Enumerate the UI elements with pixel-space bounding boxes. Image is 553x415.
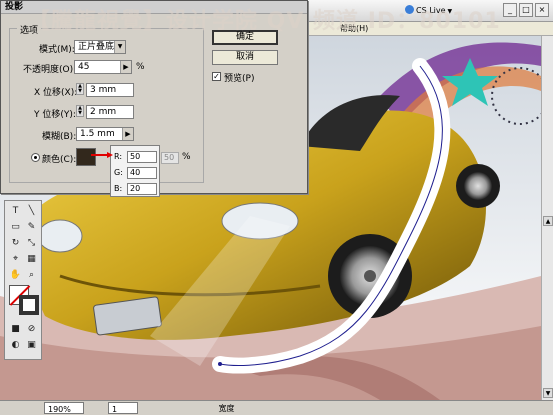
menu-bar: 帮助(H)	[300, 22, 553, 36]
r-field[interactable]: 50	[127, 151, 157, 163]
x-offset-stepper-icon[interactable]: ▲ ▼	[76, 83, 84, 95]
chevron-down-icon: ▼	[114, 41, 125, 53]
page-field[interactable]: 1	[108, 402, 138, 414]
ok-button[interactable]: 确定	[212, 30, 278, 45]
opacity-label: 不透明度(O):	[23, 65, 77, 75]
rectangle-tool-icon[interactable]: ▭	[9, 221, 22, 234]
type-tool-icon[interactable]: T	[9, 205, 22, 218]
chevron-right-icon[interactable]: ▶	[120, 61, 131, 73]
darkness-field[interactable]: 50	[161, 152, 179, 164]
dialog-title: 投影	[1, 1, 307, 14]
cancel-button[interactable]: 取消	[212, 50, 278, 65]
application-bar: CS Live ▼ _ □ ×	[300, 0, 553, 22]
none-mode-icon[interactable]: ⊘	[25, 323, 38, 336]
mode-select[interactable]: 正片叠底 ▼	[74, 40, 126, 54]
stroke-swatch-icon[interactable]	[19, 295, 39, 315]
hand-tool-icon[interactable]: ✋	[9, 269, 22, 282]
draw-mode-icon[interactable]: ◐	[9, 339, 22, 352]
red-arrow-icon	[91, 152, 113, 158]
maximize-button[interactable]: □	[519, 3, 533, 17]
x-offset-label: X 位移(X):	[34, 88, 78, 98]
opacity-field[interactable]: 45 ▶	[74, 60, 132, 74]
rgb-values-panel: R: 50 G: 40 B: 20	[110, 145, 160, 197]
close-button[interactable]: ×	[535, 3, 549, 17]
rotate-tool-icon[interactable]: ↻	[9, 237, 22, 250]
darkness-unit: %	[182, 152, 191, 162]
preview-label: 预览(P)	[224, 74, 255, 84]
chevron-down-icon: ▼	[447, 8, 453, 15]
options-group-label: 选项	[17, 23, 42, 36]
vertical-scrollbar[interactable]: ▲ ▼	[541, 36, 553, 400]
opacity-unit: %	[136, 62, 145, 72]
line-tool-icon[interactable]: ╲	[25, 205, 38, 218]
tools-panel: T ╲ ▭ ✎ ↻ ⤡ ⌖ ▦ ✋ ⌕ ■ ⊘ ◐ ▣	[4, 200, 42, 360]
mode-select-value: 正片叠底	[78, 42, 115, 52]
x-offset-field[interactable]: 3 mm	[86, 83, 134, 97]
color-radio[interactable]	[31, 153, 40, 162]
drop-shadow-dialog: 投影 选项 模式(M): 正片叠底 ▼ 不透明度(O): 45 ▶ % X 位移…	[0, 0, 308, 197]
gradient-tool-icon[interactable]: ▦	[25, 253, 38, 266]
zoom-tool-icon[interactable]: ⌕	[25, 269, 38, 282]
preview-checkbox[interactable]: ✓	[212, 72, 221, 81]
scale-tool-icon[interactable]: ⤡	[25, 237, 38, 250]
menu-help[interactable]: 帮助(H)	[340, 24, 368, 33]
g-field[interactable]: 40	[127, 167, 157, 179]
color-mode-icon[interactable]: ■	[9, 323, 22, 336]
mode-label: 模式(M):	[39, 45, 75, 55]
blur-label: 模糊(B):	[42, 132, 77, 142]
cs-live-label: CS Live	[416, 6, 446, 15]
b-field[interactable]: 20	[127, 183, 157, 195]
screen-mode-icon[interactable]: ▣	[25, 339, 38, 352]
y-offset-label: Y 位移(Y):	[34, 110, 76, 120]
r-label: R:	[114, 152, 123, 161]
color-label: 颜色(C):	[42, 155, 77, 165]
status-bar: 190% 1 宽度	[0, 400, 553, 415]
minimize-button[interactable]: _	[503, 3, 517, 17]
b-label: B:	[114, 184, 123, 193]
blur-value: 1.5 mm	[80, 129, 115, 139]
eyedropper-tool-icon[interactable]: ⌖	[9, 253, 22, 266]
zoom-field[interactable]: 190%	[44, 402, 84, 414]
blur-field[interactable]: 1.5 mm ▶	[76, 127, 134, 141]
window-controls: _ □ ×	[501, 3, 549, 17]
g-label: G:	[114, 168, 123, 177]
brush-tool-icon[interactable]: ✎	[25, 221, 38, 234]
cs-live-icon	[405, 5, 414, 14]
scroll-up-icon[interactable]: ▲	[543, 216, 553, 226]
status-mode-label[interactable]: 宽度	[160, 402, 290, 414]
cs-live-button[interactable]: CS Live ▼	[405, 4, 452, 18]
y-offset-field[interactable]: 2 mm	[86, 105, 134, 119]
chevron-right-icon[interactable]: ▶	[122, 128, 133, 140]
opacity-value: 45	[78, 62, 90, 72]
illustrator-window: CS Live ▼ _ □ × 帮助(H) ▲ ▼ T ╲ ▭ ✎ ↻ ⤡ ⌖ …	[0, 0, 553, 415]
scroll-down-icon[interactable]: ▼	[543, 388, 553, 398]
y-offset-stepper-icon[interactable]: ▲ ▼	[76, 105, 84, 117]
fill-stroke-swatches[interactable]	[9, 285, 39, 315]
